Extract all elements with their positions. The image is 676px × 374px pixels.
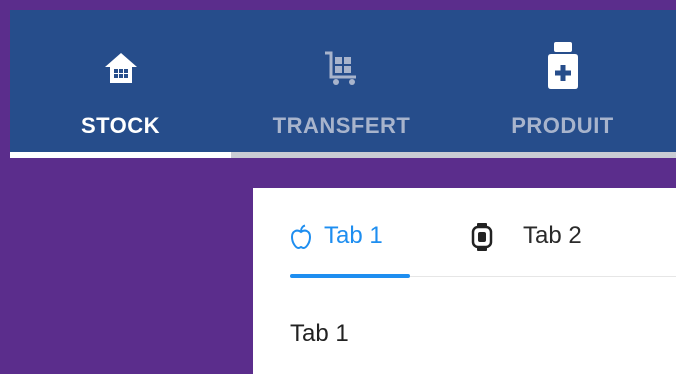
tab-stock-label: STOCK <box>80 113 161 138</box>
tab-2-label: Tab 2 <box>523 222 582 249</box>
cart-icon <box>324 51 356 85</box>
tab-content-text: Tab 1 <box>290 320 349 347</box>
android-icon <box>471 223 493 251</box>
active-tab-indicator <box>10 152 231 158</box>
tab-2[interactable]: Tab 2 <box>471 188 601 278</box>
house-icon <box>104 53 137 83</box>
tab-produit-label: PRODUIT <box>511 113 614 138</box>
tab-1-label: Tab 1 <box>324 222 383 249</box>
tab-transfert-label: TRANSFERT <box>272 113 411 138</box>
top-tab-bar: STOCK TRANSFERT PRODUIT <box>10 10 676 158</box>
medicine-bottle-icon <box>547 42 578 89</box>
tab-panel-card: Tab 1 Tab 2 Tab 1 <box>253 188 676 374</box>
tab-1-active-indicator <box>290 274 410 278</box>
tab-stock[interactable]: STOCK <box>10 10 231 152</box>
tab-produit[interactable]: PRODUIT <box>452 10 673 152</box>
tab-transfert[interactable]: TRANSFERT <box>231 10 452 152</box>
tab-1[interactable]: Tab 1 <box>290 188 420 278</box>
apple-icon <box>290 224 312 250</box>
